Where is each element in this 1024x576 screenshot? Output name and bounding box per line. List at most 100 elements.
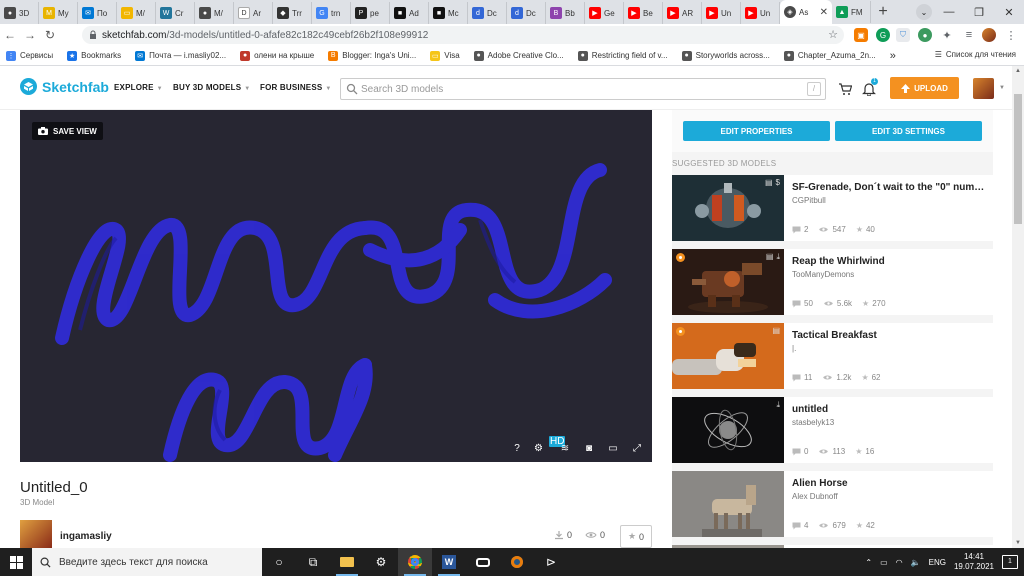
browser-tab[interactable]: W Cr — [156, 2, 195, 24]
minimize-icon[interactable]: — — [934, 0, 964, 24]
card-title[interactable]: Reap the Whirlwind — [792, 256, 988, 267]
fullscreen-icon[interactable]: ⤢ — [630, 443, 644, 454]
model-canvas[interactable] — [20, 110, 652, 462]
profile-avatar[interactable] — [982, 28, 996, 42]
browser-tab[interactable]: ● 3D — [0, 2, 39, 24]
sketchfab-logo[interactable]: Sketchfab — [20, 78, 109, 95]
browser-tab-active[interactable]: ◈ As ✕ — [780, 0, 832, 24]
browser-tab[interactable]: ▶ Un — [702, 2, 741, 24]
browser-tab[interactable]: ▶ Be — [624, 2, 663, 24]
browser-tab[interactable]: D Ar — [234, 2, 273, 24]
scroll-down-icon[interactable]: ▼ — [1015, 540, 1021, 546]
browser-tab-fm[interactable]: ▲ FM — [832, 1, 871, 23]
card-title[interactable]: SF-Grenade, Don´t wait to the "0" numbe.… — [792, 182, 988, 193]
browser-tab[interactable]: ■ Ad — [390, 2, 429, 24]
wifi-icon[interactable]: ◠ — [896, 558, 903, 567]
model-thumbnail[interactable]: ▤ — [672, 323, 784, 389]
task-view-icon[interactable]: ⧉ — [296, 548, 330, 576]
taskbar-search-input[interactable]: Введите здесь текст для поиска — [32, 548, 262, 576]
file-explorer-icon[interactable] — [330, 548, 364, 576]
page-scrollbar[interactable]: ▲ ▼ — [1012, 66, 1024, 548]
save-view-button[interactable]: SAVE VIEW — [32, 122, 103, 140]
card-author[interactable]: stasbelyk13 — [792, 418, 834, 427]
browser-tab[interactable]: ▶ AR — [663, 2, 702, 24]
nav-explore[interactable]: EXPLORE ▼ — [114, 83, 163, 92]
nav-for-business[interactable]: FOR BUSINESS ▼ — [260, 83, 332, 92]
reading-list-button[interactable]: ☰ Список для чтения — [935, 50, 1016, 59]
browser-tab[interactable]: Gtrn — [312, 2, 351, 24]
browser-tab[interactable]: Ppe — [351, 2, 390, 24]
bookmark-item[interactable]: B Blogger: Inga's Uni... — [328, 50, 416, 61]
bookmark-star-icon[interactable]: ☆ — [828, 28, 838, 41]
forward-icon[interactable]: → — [20, 28, 40, 42]
clock[interactable]: 14:41 19.07.2021 — [954, 552, 994, 572]
model-thumbnail[interactable]: ⤓ — [672, 397, 784, 463]
browser-tab[interactable]: ▶ Ge — [585, 2, 624, 24]
bookmark-item[interactable]: ● олени на крыше — [240, 50, 314, 61]
card-author[interactable]: TooManyDemons — [792, 270, 854, 279]
like-button[interactable]: ★ 0 — [620, 525, 652, 548]
settings-icon[interactable]: ⚙HD — [534, 436, 566, 454]
bookmark-item[interactable]: ● Adobe Creative Clo... — [473, 50, 564, 61]
browser-tab[interactable]: ✉ По — [78, 2, 117, 24]
vr-app-icon[interactable] — [466, 548, 500, 576]
scroll-up-icon[interactable]: ▲ — [1015, 68, 1021, 74]
browser-tab[interactable]: d Dc — [507, 2, 546, 24]
tab-search-icon[interactable]: ⌄ — [916, 4, 932, 20]
bookmark-item[interactable]: ⋮ Сервисы — [6, 50, 53, 61]
author-name[interactable]: ingamasliy — [60, 531, 112, 542]
visual-studio-icon[interactable]: ⊳ — [534, 548, 568, 576]
layers-icon[interactable]: ≋ — [558, 443, 572, 454]
language-indicator[interactable]: ENG — [929, 558, 946, 567]
maximize-icon[interactable]: ❐ — [964, 0, 994, 24]
puzzle-icon[interactable]: ✦ — [940, 28, 954, 42]
model-thumbnail[interactable]: ▤ $ — [672, 175, 784, 241]
bookmark-item[interactable]: ● Storyworlds across... — [681, 50, 770, 61]
browser-tab[interactable]: ▶ Un — [741, 2, 780, 24]
browser-tab[interactable]: B Bb — [546, 2, 585, 24]
word-icon[interactable]: W — [432, 548, 466, 576]
extension-icon[interactable]: ▣ — [854, 28, 868, 42]
nav-buy-3d-models[interactable]: BUY 3D MODELS ▼ — [173, 83, 250, 92]
help-icon[interactable]: ? — [510, 443, 524, 454]
suggested-model-card[interactable]: ▤ ⤓ Reap the Whirlwind TooManyDemons 50 5.6k ★… — [672, 249, 993, 315]
volume-icon[interactable]: 🔈 — [911, 558, 921, 567]
author-avatar[interactable] — [20, 520, 52, 548]
cortana-icon[interactable]: ○ — [262, 548, 296, 576]
card-author[interactable]: CGPitbull — [792, 196, 826, 205]
user-avatar[interactable] — [973, 78, 994, 99]
bookmark-item[interactable]: ● Chapter_Azuma_2n... — [783, 50, 876, 61]
url-input[interactable]: sketchfab.com/3d-models/untitled-0-afafe… — [82, 26, 844, 44]
card-title[interactable]: Tactical Breakfast — [792, 330, 988, 341]
reading-mode-icon[interactable]: ≡ — [962, 28, 976, 42]
cart-icon[interactable] — [838, 82, 852, 96]
bookmarks-more-icon[interactable]: » — [890, 50, 896, 62]
browser-tab[interactable]: d Dc — [468, 2, 507, 24]
back-icon[interactable]: ← — [0, 28, 20, 42]
suggested-model-card[interactable]: ▤ Tactical Breakfast |. 11 1.2k ★ 62 — [672, 323, 993, 389]
extension-icon[interactable]: ● — [918, 28, 932, 42]
suggested-model-card[interactable]: ⤓ untitled stasbelyk13 0 113 ★ 16 — [672, 397, 993, 463]
search-input[interactable]: Search 3D models / — [340, 78, 826, 100]
suggested-model-card[interactable]: ▤ $ SF-Grenade, Don´t wait to the "0" numb… — [672, 175, 993, 241]
bookmark-item[interactable]: ★ Bookmarks — [67, 50, 121, 61]
vr-icon[interactable]: ◙ — [582, 443, 596, 454]
notifications-icon[interactable]: 1 — [1002, 555, 1018, 569]
tray-expand-icon[interactable]: ⌃ — [865, 558, 872, 567]
blender-icon[interactable] — [500, 548, 534, 576]
model-thumbnail[interactable]: ▤ ⤓ — [672, 249, 784, 315]
tab-close-icon[interactable]: ✕ — [820, 7, 828, 18]
edit-3d-settings-button[interactable]: EDIT 3D SETTINGS — [835, 121, 982, 141]
reload-icon[interactable]: ↻ — [40, 28, 60, 42]
settings-gear-icon[interactable]: ⚙ — [364, 548, 398, 576]
bookmark-item[interactable]: ✉ Почта — i.masliy02... — [135, 50, 226, 61]
suggested-model-card[interactable]: Alien Horse Alex Dubnoff 4 679 ★ 42 — [672, 471, 993, 537]
new-tab-button[interactable]: + — [871, 3, 895, 21]
card-author[interactable]: Alex Dubnoff — [792, 492, 838, 501]
chevron-down-icon[interactable]: ▼ — [999, 85, 1005, 91]
chrome-icon[interactable] — [398, 548, 432, 576]
close-window-icon[interactable]: ✕ — [994, 0, 1024, 24]
model-viewer[interactable]: SAVE VIEW ? ⚙HD ≋ ◙ ▭ ⤢ — [20, 110, 652, 462]
edit-properties-button[interactable]: EDIT PROPERTIES — [683, 121, 830, 141]
card-title[interactable]: Alien Horse — [792, 478, 988, 489]
